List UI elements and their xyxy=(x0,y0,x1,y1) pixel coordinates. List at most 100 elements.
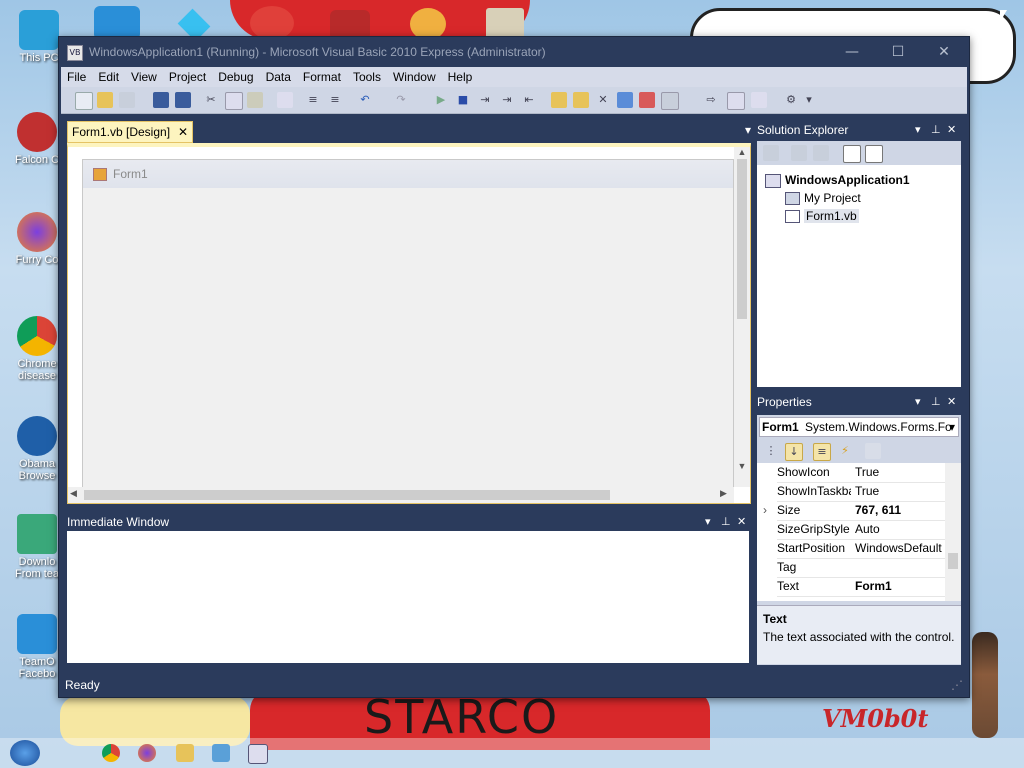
open-folder-icon[interactable] xyxy=(97,92,113,108)
menu-file[interactable]: File xyxy=(61,67,92,84)
object-browser-icon[interactable] xyxy=(617,92,633,108)
scroll-right-icon[interactable]: ▶ xyxy=(720,488,727,499)
scroll-down-icon[interactable]: ▼ xyxy=(734,461,750,471)
resize-grip-icon[interactable]: ⋰ xyxy=(951,673,963,697)
properties-icon[interactable] xyxy=(763,145,779,161)
property-row-showintaskbar[interactable]: ShowInTaskbar True xyxy=(777,482,947,502)
extension-manager-icon[interactable]: ⚙ xyxy=(783,92,799,108)
menu-format[interactable]: Format xyxy=(297,67,347,84)
property-row-showicon[interactable]: ShowIcon True xyxy=(777,463,947,483)
step-into-icon[interactable]: ⇥ xyxy=(477,92,493,108)
property-grid-scrollbar[interactable] xyxy=(945,463,961,601)
menu-tools[interactable]: Tools xyxy=(347,67,387,84)
tree-item-solution[interactable]: WindowsApplication1 xyxy=(765,171,961,189)
cut-icon[interactable]: ✂ xyxy=(203,92,219,108)
properties-window-icon[interactable] xyxy=(573,92,589,108)
taskbar-chrome-icon[interactable] xyxy=(102,744,120,762)
save-all-icon[interactable] xyxy=(175,92,191,108)
property-row-startposition[interactable]: StartPosition WindowsDefault xyxy=(777,539,947,559)
tab-form1-design[interactable]: Form1.vb [Design] ✕ xyxy=(67,121,194,143)
tree-item-my-project[interactable]: My Project xyxy=(765,189,961,207)
properties-header[interactable]: Properties ▾ ⊥ ✕ xyxy=(757,393,961,411)
undo-icon[interactable]: ↶ xyxy=(357,92,373,108)
close-icon[interactable]: ✕ xyxy=(178,125,188,139)
title-bar[interactable]: VB WindowsApplication1 (Running) - Micro… xyxy=(59,37,969,67)
menu-data[interactable]: Data xyxy=(260,67,297,84)
properties-view-icon[interactable]: ≡ xyxy=(813,443,831,461)
taskbar-vb-icon[interactable] xyxy=(248,744,268,764)
designer-horizontal-scrollbar[interactable]: ◀ ▶ xyxy=(68,487,734,503)
start-debugging-icon[interactable]: ▶ xyxy=(433,92,449,108)
menu-view[interactable]: View xyxy=(125,67,163,84)
start-button[interactable] xyxy=(10,740,40,766)
events-icon[interactable]: ⚡ xyxy=(837,443,853,459)
close-icon[interactable]: ✕ xyxy=(947,393,956,411)
immediate-window-icon[interactable] xyxy=(727,92,745,110)
menu-project[interactable]: Project xyxy=(163,67,212,84)
pin-icon[interactable]: ⊥ xyxy=(931,121,941,139)
error-list-icon[interactable] xyxy=(639,92,655,108)
step-over-icon[interactable]: ⇥ xyxy=(499,92,515,108)
copy-icon[interactable] xyxy=(225,92,243,110)
p-logo-icon[interactable] xyxy=(250,6,294,40)
menu-window[interactable]: Window xyxy=(387,67,442,84)
property-row-sizegripstyle[interactable]: SizeGripStyle Auto xyxy=(777,520,947,540)
form1-design-preview[interactable]: Form1 xyxy=(82,159,734,491)
toolbox-icon[interactable]: ✕ xyxy=(595,92,611,108)
scroll-up-icon[interactable]: ▲ xyxy=(734,147,750,157)
solution-explorer-header[interactable]: Solution Explorer ▾ ⊥ ✕ xyxy=(757,121,961,139)
expand-icon[interactable]: › xyxy=(763,501,767,520)
paste-icon[interactable] xyxy=(247,92,263,108)
refresh-icon[interactable] xyxy=(813,145,829,161)
uncomment-icon[interactable]: ≡ xyxy=(327,92,343,108)
scroll-left-icon[interactable]: ◀ xyxy=(70,488,77,499)
add-item-icon[interactable] xyxy=(119,92,135,108)
save-icon[interactable] xyxy=(153,92,169,108)
object-selector[interactable]: Form1 System.Windows.Forms.Fo ▾ xyxy=(759,417,959,437)
property-pages-icon[interactable] xyxy=(865,443,881,459)
maximize-button[interactable]: ☐ xyxy=(875,37,921,67)
property-row-text[interactable]: Text Form1 xyxy=(777,577,947,597)
designer-vertical-scrollbar[interactable]: ▲ ▼ xyxy=(734,147,750,487)
refresh-icon[interactable] xyxy=(751,92,767,108)
view-designer-icon[interactable] xyxy=(865,145,883,163)
scroll-thumb[interactable] xyxy=(948,553,958,569)
comment-icon[interactable]: ≡ xyxy=(305,92,321,108)
new-project-icon[interactable] xyxy=(75,92,93,110)
step-out-icon[interactable]: ⇤ xyxy=(521,92,537,108)
close-icon[interactable]: ✕ xyxy=(947,121,956,139)
scroll-thumb[interactable] xyxy=(737,159,747,319)
alphabetical-icon[interactable]: ↓ xyxy=(785,443,803,461)
menu-debug[interactable]: Debug xyxy=(212,67,259,84)
taskbar-firefox-icon[interactable] xyxy=(138,744,156,762)
immediate-window-content[interactable] xyxy=(67,531,749,663)
close-icon[interactable]: ✕ xyxy=(737,513,746,531)
gear-icon[interactable] xyxy=(94,6,140,40)
stop-debugging-icon[interactable]: ■ xyxy=(455,92,471,108)
taskbar-app-icon[interactable] xyxy=(212,744,230,762)
panel-dropdown-icon[interactable]: ▾ xyxy=(915,121,921,139)
redo-icon[interactable]: ↷ xyxy=(393,92,409,108)
property-row-tag[interactable]: Tag xyxy=(777,558,947,578)
taskbar-folder-icon[interactable] xyxy=(176,744,194,762)
panel-dropdown-icon[interactable]: ▾ xyxy=(915,393,921,411)
tree-item-form1[interactable]: Form1.vb xyxy=(765,207,961,225)
show-all-files-icon[interactable] xyxy=(791,145,807,161)
navigate-icon[interactable]: ⇨ xyxy=(703,92,719,108)
menu-help[interactable]: Help xyxy=(442,67,479,84)
categorized-icon[interactable]: ⋮ xyxy=(763,443,779,459)
panel-dropdown-icon[interactable]: ▾ xyxy=(705,513,711,531)
view-code-icon[interactable] xyxy=(843,145,861,163)
tab-dropdown-icon[interactable]: ▾ xyxy=(745,123,751,137)
pin-icon[interactable]: ⊥ xyxy=(931,393,941,411)
immediate-window-header[interactable]: Immediate Window ▾ ⊥ ✕ xyxy=(67,513,749,531)
property-row-size[interactable]: › Size 767, 611 xyxy=(763,501,947,521)
scroll-thumb-horizontal[interactable] xyxy=(84,490,610,500)
find-icon[interactable] xyxy=(277,92,293,108)
toolbar-overflow-icon[interactable]: ▾ xyxy=(801,92,817,108)
output-window-icon[interactable] xyxy=(661,92,679,110)
solution-explorer-icon[interactable] xyxy=(551,92,567,108)
close-button[interactable]: ✕ xyxy=(921,37,967,67)
pin-icon[interactable]: ⊥ xyxy=(721,513,731,531)
menu-edit[interactable]: Edit xyxy=(92,67,125,84)
